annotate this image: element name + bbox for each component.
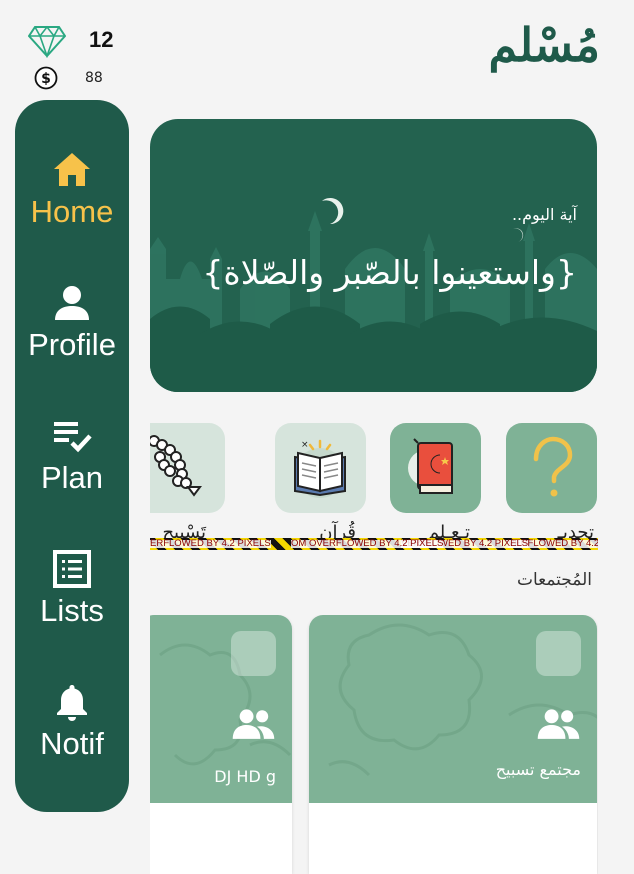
feature-tiles-row: × [150,423,598,513]
coin-icon: $ [34,66,58,90]
banner-subtitle: آية اليوم.. [511,205,577,224]
communities-heading: المُجتمعات [516,570,592,590]
group-icon [232,709,275,739]
tile-challenge[interactable] [506,423,597,513]
prayer-beads-icon [150,435,202,497]
person-icon [55,286,89,320]
sidebar-item-profile[interactable]: Profile [15,283,129,363]
group-button[interactable] [231,631,276,739]
diamond-icon [27,25,67,59]
group-icon [537,709,580,739]
community-name: DJ HD g [214,767,276,786]
sidebar-item-label: Plan [40,460,104,495]
tile-quran[interactable]: × [275,423,366,513]
sidebar-item-label: Profile [28,327,116,362]
list-icon [53,550,91,588]
gem-count: 12 [89,27,114,52]
islamic-book-icon [408,438,453,494]
community-name: مجتمع تسبيح [495,760,581,779]
question-icon [533,436,573,497]
verse-text: {واستعينوا بالصّبر والصّلاة} [202,253,577,292]
community-card[interactable]: مجتمع تسبيح [309,615,597,874]
sidebar-item-plan[interactable]: Plan [15,416,129,496]
tile-learn[interactable] [390,423,481,513]
sidebar-item-home[interactable]: Home [15,150,129,230]
sidebar: Home Profile Plan Lists Notif [15,100,129,812]
community-cover: مجتمع تسبيح [309,615,597,803]
tile-labels-row: تحديـ تـعـلم قُرآن تَسْبيح VERFLOWED BY … [150,520,598,556]
overflow-warning-text: ERFLOWED BY 4.2 PIXELS [150,538,271,549]
svg-text:×: × [301,440,309,450]
overflow-warning-text: OM OVERFLOWED BY 4.2 PIXELS [291,538,444,549]
coin-count: 88 [85,70,103,86]
sidebar-item-label: Home [30,194,114,229]
home-icon [54,153,90,186]
sidebar-item-notif[interactable]: Notif [15,682,129,762]
app-logo: مُسْلم [488,18,601,72]
checklist-icon [54,422,92,453]
verse-of-day-banner: آية اليوم.. {واستعينوا بالصّبر والصّلاة} [150,119,597,392]
sidebar-item-label: Lists [40,593,104,628]
sidebar-item-lists[interactable]: Lists [15,549,129,629]
community-cover: DJ HD g [150,615,292,803]
group-button[interactable] [536,631,581,739]
tile-tasbeeh[interactable] [150,423,225,513]
quran-book-icon: × [294,439,346,498]
bell-icon [57,685,87,721]
svg-text:$: $ [41,71,51,87]
communities-carousel: مجتمع تسبيح DJ HD g [150,615,598,874]
stats-panel: 12 $ 88 [27,24,128,90]
community-card[interactable]: DJ HD g [150,615,292,874]
sidebar-item-label: Notif [40,726,104,761]
